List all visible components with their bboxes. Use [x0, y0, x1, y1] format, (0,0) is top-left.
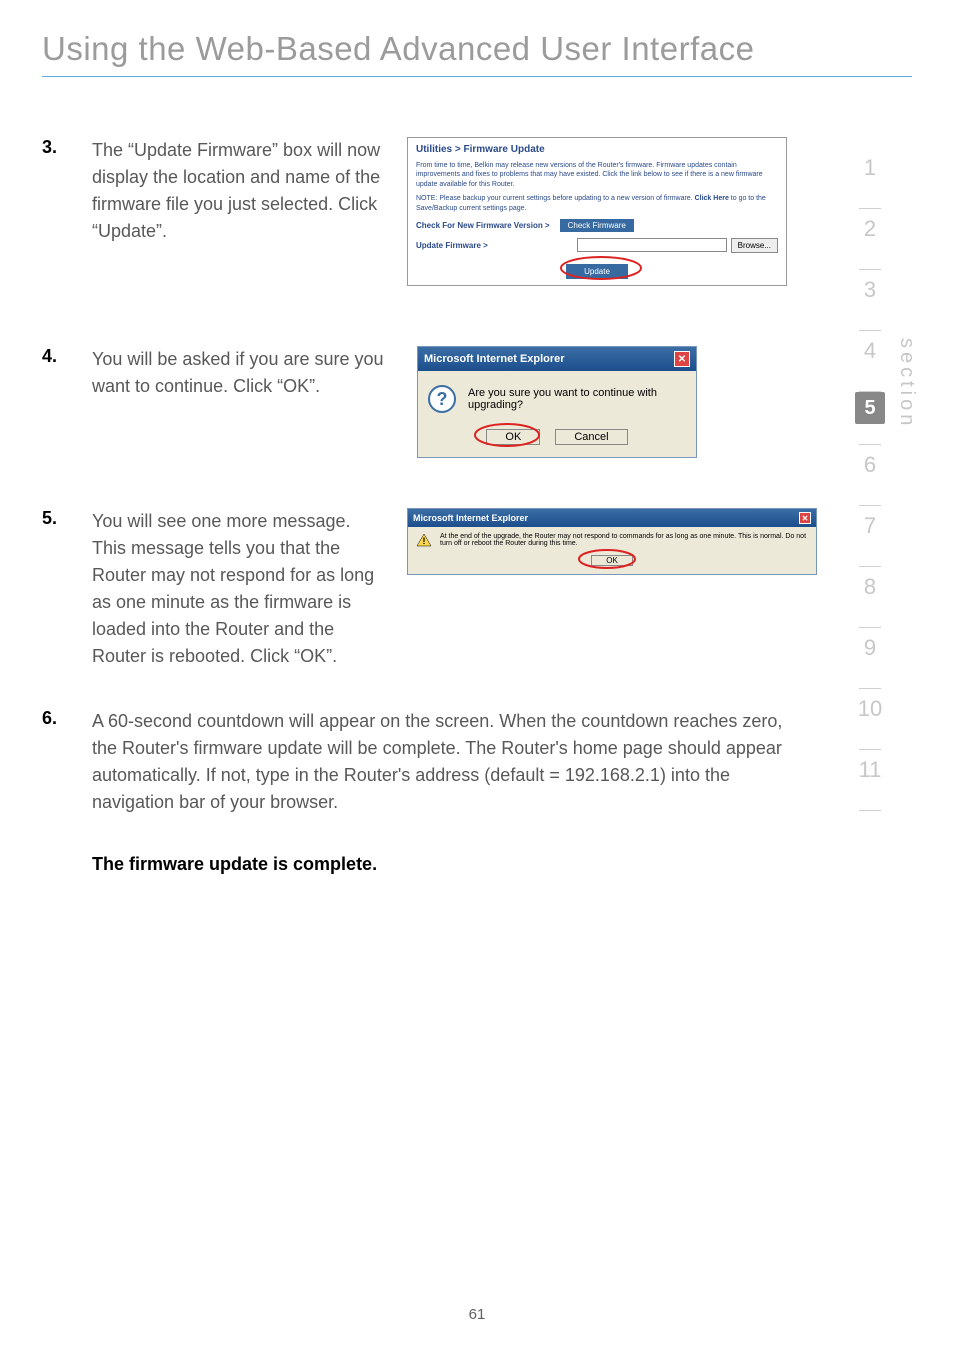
update-firmware-label: Update Firmware > — [416, 241, 488, 250]
step-6-text: A 60-second countdown will appear on the… — [92, 708, 812, 816]
ok-button[interactable]: OK — [486, 429, 540, 445]
dialog-titlebar: Microsoft Internet Explorer ✕ — [408, 509, 816, 527]
step-4-text: You will be asked if you are sure you wa… — [92, 346, 387, 400]
step-3-num: 3. — [42, 137, 92, 158]
update-button[interactable]: Update — [566, 264, 628, 279]
panel-breadcrumb: Utilities > Firmware Update — [416, 144, 778, 155]
dialog-title: Microsoft Internet Explorer — [424, 353, 565, 365]
step-5-num: 5. — [42, 508, 92, 529]
warning-dialog: Microsoft Internet Explorer ✕ ! At the e… — [407, 508, 817, 575]
step-5-text: You will see one more message. This mess… — [92, 508, 387, 670]
step-6: 6. A 60-second countdown will appear on … — [42, 708, 912, 816]
step-4-num: 4. — [42, 346, 92, 367]
close-icon[interactable]: ✕ — [674, 351, 690, 367]
dialog-title: Microsoft Internet Explorer — [413, 513, 528, 523]
step-4: 4. You will be asked if you are sure you… — [42, 346, 912, 458]
browse-button[interactable]: Browse... — [731, 238, 778, 253]
step-6-num: 6. — [42, 708, 92, 729]
check-version-label: Check For New Firmware Version > — [416, 221, 550, 230]
click-here-link[interactable]: Click Here — [695, 195, 729, 202]
confirm-dialog: Microsoft Internet Explorer ✕ ? Are you … — [417, 346, 697, 458]
warning-icon: ! — [416, 533, 432, 547]
step-3: 3. The “Update Firmware” box will now di… — [42, 137, 912, 286]
dialog-titlebar: Microsoft Internet Explorer ✕ — [418, 347, 696, 371]
panel-desc-1: From time to time, Belkin may release ne… — [416, 161, 778, 189]
cancel-button[interactable]: Cancel — [555, 429, 627, 445]
check-firmware-button[interactable]: Check Firmware — [560, 219, 634, 232]
svg-text:!: ! — [423, 536, 426, 546]
page-number: 61 — [0, 1306, 954, 1323]
firmware-update-panel: Utilities > Firmware Update From time to… — [407, 137, 787, 286]
step-5: 5. You will see one more message. This m… — [42, 508, 912, 670]
completion-text: The firmware update is complete. — [92, 854, 912, 875]
ok-button[interactable]: OK — [591, 555, 633, 566]
question-icon: ? — [428, 385, 456, 413]
dialog-message: Are you sure you want to continue with u… — [468, 387, 686, 411]
close-icon[interactable]: ✕ — [799, 512, 811, 524]
panel-desc-2: NOTE: Please backup your current setting… — [416, 194, 778, 213]
page-title: Using the Web-Based Advanced User Interf… — [0, 0, 954, 76]
firmware-path-input[interactable] — [577, 238, 727, 252]
step-3-text: The “Update Firmware” box will now displ… — [92, 137, 387, 245]
dialog-message: At the end of the upgrade, the Router ma… — [440, 533, 808, 547]
